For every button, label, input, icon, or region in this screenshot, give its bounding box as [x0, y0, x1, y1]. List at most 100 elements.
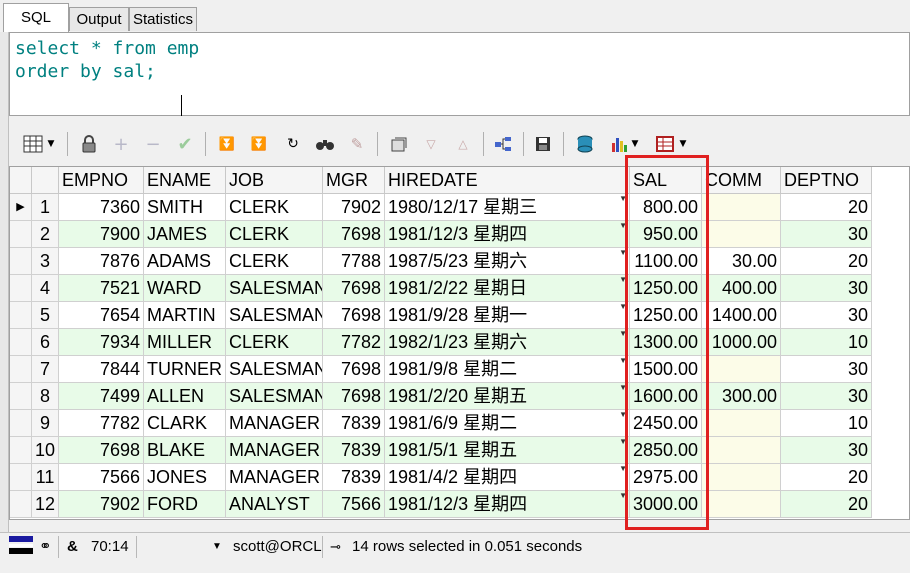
row-indicator[interactable]: [10, 437, 32, 464]
cell-comm[interactable]: [702, 491, 781, 518]
cell-mgr[interactable]: 7698: [323, 356, 385, 383]
delete-record-icon[interactable]: −: [141, 132, 165, 156]
column-header-comm[interactable]: COMM: [702, 167, 781, 194]
row-indicator[interactable]: [10, 221, 32, 248]
row-indicator[interactable]: [10, 410, 32, 437]
cell-sal[interactable]: 1250.00: [630, 302, 702, 329]
table-row[interactable]: 11 7566 JONES MANAGER 7839 1981/4/2 星期四 ▼ 2975.…: [10, 464, 872, 491]
chevron-down-icon[interactable]: ▼: [619, 357, 627, 365]
table-row[interactable]: 2 7900 JAMES CLERK 7698 1981/12/3 星期四 ▼ 950.00 3…: [10, 221, 872, 248]
cell-hiredate[interactable]: 1981/12/3 星期四 ▼: [385, 491, 630, 518]
table-row[interactable]: ▶ 1 7360 SMITH CLERK 7902 1980/12/17 星期三 ▼ 800.0…: [10, 194, 872, 221]
cell-mgr[interactable]: 7698: [323, 221, 385, 248]
cell-ename[interactable]: TURNER: [144, 356, 226, 383]
tree-icon[interactable]: [491, 132, 515, 156]
cell-empno[interactable]: 7698: [59, 437, 144, 464]
column-header-sal[interactable]: SAL: [630, 167, 702, 194]
cell-ename[interactable]: CLARK: [144, 410, 226, 437]
export-grid-icon[interactable]: [653, 132, 677, 156]
row-indicator[interactable]: [10, 329, 32, 356]
cell-hiredate[interactable]: 1981/4/2 星期四 ▼: [385, 464, 630, 491]
row-indicator[interactable]: [10, 356, 32, 383]
cell-hiredate[interactable]: 1982/1/23 星期六 ▼: [385, 329, 630, 356]
row-indicator[interactable]: [10, 464, 32, 491]
cell-hiredate[interactable]: 1981/9/28 星期一 ▼: [385, 302, 630, 329]
cell-comm[interactable]: 400.00: [702, 275, 781, 302]
cell-deptno[interactable]: 30: [781, 302, 872, 329]
cell-comm[interactable]: [702, 437, 781, 464]
lock-icon[interactable]: [77, 132, 101, 156]
cell-deptno[interactable]: 20: [781, 491, 872, 518]
cell-job[interactable]: SALESMAN: [226, 383, 323, 410]
cell-empno[interactable]: 7654: [59, 302, 144, 329]
chevron-down-icon[interactable]: ▼: [619, 465, 627, 473]
cell-ename[interactable]: WARD: [144, 275, 226, 302]
database-icon[interactable]: [573, 132, 597, 156]
cell-job[interactable]: CLERK: [226, 194, 323, 221]
chevron-down-icon[interactable]: ▼: [45, 132, 57, 156]
tab-sql[interactable]: SQL: [3, 3, 69, 32]
cell-ename[interactable]: ALLEN: [144, 383, 226, 410]
cell-ename[interactable]: ADAMS: [144, 248, 226, 275]
table-row[interactable]: 9 7782 CLARK MANAGER 7839 1981/6/9 星期二 ▼ 2450.0…: [10, 410, 872, 437]
table-row[interactable]: 7 7844 TURNER SALESMAN 7698 1981/9/8 星期二 ▼ 1500…: [10, 356, 872, 383]
cell-comm[interactable]: 1400.00: [702, 302, 781, 329]
cell-mgr[interactable]: 7839: [323, 437, 385, 464]
connection-name[interactable]: scott@ORCL: [233, 537, 322, 557]
cell-hiredate[interactable]: 1980/12/17 星期三 ▼: [385, 194, 630, 221]
cell-empno[interactable]: 7876: [59, 248, 144, 275]
cell-comm[interactable]: [702, 221, 781, 248]
cell-empno[interactable]: 7521: [59, 275, 144, 302]
cell-deptno[interactable]: 20: [781, 464, 872, 491]
cell-job[interactable]: CLERK: [226, 248, 323, 275]
cell-mgr[interactable]: 7839: [323, 410, 385, 437]
add-record-icon[interactable]: +: [109, 132, 133, 156]
cell-sal[interactable]: 1100.00: [630, 248, 702, 275]
cell-sal[interactable]: 1500.00: [630, 356, 702, 383]
cell-job[interactable]: ANALYST: [226, 491, 323, 518]
triangle-up-icon[interactable]: △: [451, 132, 475, 156]
chevron-down-icon[interactable]: ▼: [212, 537, 222, 557]
binoculars-icon[interactable]: [313, 132, 337, 156]
cell-ename[interactable]: SMITH: [144, 194, 226, 221]
column-header-mgr[interactable]: MGR: [323, 167, 385, 194]
chevron-down-icon[interactable]: ▼: [619, 411, 627, 419]
table-row[interactable]: 3 7876 ADAMS CLERK 7788 1987/5/23 星期六 ▼ 1100.00…: [10, 248, 872, 275]
cell-ename[interactable]: FORD: [144, 491, 226, 518]
cell-comm[interactable]: [702, 464, 781, 491]
cell-job[interactable]: SALESMAN: [226, 302, 323, 329]
table-row[interactable]: 4 7521 WARD SALESMAN 7698 1981/2/22 星期日 ▼ 1250.…: [10, 275, 872, 302]
cell-mgr[interactable]: 7698: [323, 275, 385, 302]
cell-sal[interactable]: 950.00: [630, 221, 702, 248]
cell-deptno[interactable]: 10: [781, 329, 872, 356]
cell-deptno[interactable]: 30: [781, 437, 872, 464]
column-header-deptno[interactable]: DEPTNO: [781, 167, 872, 194]
chevron-down-icon[interactable]: ▼: [677, 132, 689, 156]
cell-empno[interactable]: 7782: [59, 410, 144, 437]
table-row[interactable]: 6 7934 MILLER CLERK 7782 1982/1/23 星期六 ▼ 1300.0…: [10, 329, 872, 356]
refresh-icon[interactable]: ↻: [281, 132, 305, 156]
save-icon[interactable]: [531, 132, 555, 156]
tab-statistics[interactable]: Statistics: [129, 7, 197, 31]
cell-empno[interactable]: 7566: [59, 464, 144, 491]
cell-sal[interactable]: 1600.00: [630, 383, 702, 410]
cell-mgr[interactable]: 7902: [323, 194, 385, 221]
cell-sal[interactable]: 800.00: [630, 194, 702, 221]
cell-comm[interactable]: 300.00: [702, 383, 781, 410]
cell-comm[interactable]: 30.00: [702, 248, 781, 275]
cell-empno[interactable]: 7360: [59, 194, 144, 221]
cell-hiredate[interactable]: 1981/12/3 星期四 ▼: [385, 221, 630, 248]
cell-mgr[interactable]: 7839: [323, 464, 385, 491]
cell-deptno[interactable]: 30: [781, 383, 872, 410]
table-row[interactable]: 12 7902 FORD ANALYST 7566 1981/12/3 星期四 ▼ 3000.…: [10, 491, 872, 518]
cell-sal[interactable]: 2850.00: [630, 437, 702, 464]
cell-deptno[interactable]: 30: [781, 275, 872, 302]
grid-layout-icon[interactable]: [21, 132, 45, 156]
cell-deptno[interactable]: 30: [781, 356, 872, 383]
table-row[interactable]: 8 7499 ALLEN SALESMAN 7698 1981/2/20 星期五 ▼ 1600…: [10, 383, 872, 410]
query-icon[interactable]: [387, 132, 411, 156]
cell-deptno[interactable]: 20: [781, 194, 872, 221]
cell-mgr[interactable]: 7698: [323, 383, 385, 410]
cell-deptno[interactable]: 20: [781, 248, 872, 275]
fetch-last-icon[interactable]: ⏬: [247, 132, 271, 156]
